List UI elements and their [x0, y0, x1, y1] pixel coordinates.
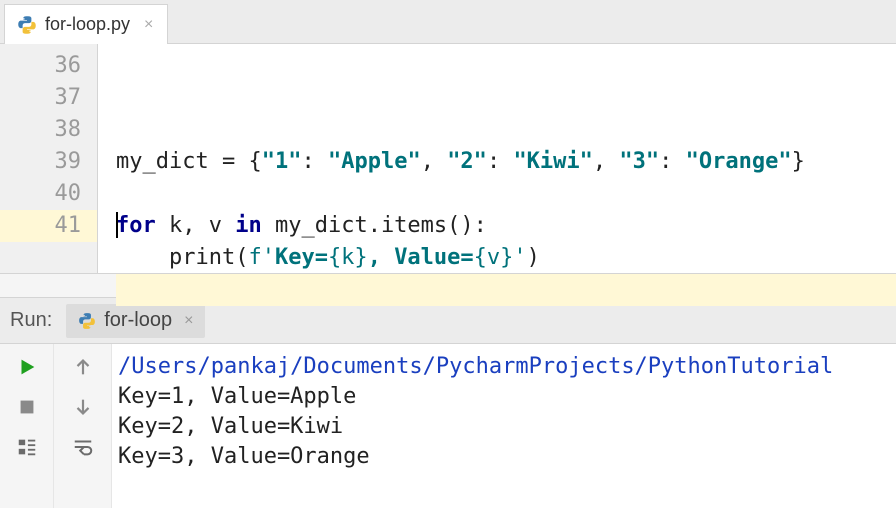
console-line: Key=1, Value=Apple: [118, 382, 890, 412]
code-line[interactable]: [116, 114, 896, 146]
python-file-icon: [17, 15, 37, 35]
editor-tab-bar: for-loop.py ×: [0, 0, 896, 44]
code-line[interactable]: print(f'Key={k}, Value={v}'): [116, 242, 896, 274]
close-icon[interactable]: ×: [144, 16, 153, 34]
run-toolbar-secondary: [54, 344, 112, 508]
code-line[interactable]: my_dict = {"1": "Apple", "2": "Kiwi", "3…: [116, 146, 896, 178]
code-line[interactable]: [116, 178, 896, 210]
run-toolbar-primary: [0, 344, 54, 508]
editor-tab[interactable]: for-loop.py ×: [4, 4, 168, 44]
line-number-gutter: 363738394041: [0, 44, 98, 273]
arrow-down-icon[interactable]: [70, 394, 96, 420]
code-area[interactable]: my_dict = {"1": "Apple", "2": "Kiwi", "3…: [98, 44, 896, 273]
stop-icon[interactable]: [14, 394, 40, 420]
run-icon[interactable]: [14, 354, 40, 380]
code-line[interactable]: [116, 274, 896, 306]
editor-tab-filename: for-loop.py: [45, 14, 130, 35]
text-caret: [116, 212, 118, 238]
code-editor[interactable]: 363738394041 my_dict = {"1": "Apple", "2…: [0, 44, 896, 274]
layout-icon[interactable]: [14, 434, 40, 460]
python-file-icon: [78, 312, 96, 330]
run-label: Run:: [10, 309, 52, 332]
console-line: Key=2, Value=Kiwi: [118, 412, 890, 442]
arrow-up-icon[interactable]: [70, 354, 96, 380]
console-line: Key=3, Value=Orange: [118, 442, 890, 472]
soft-wrap-icon[interactable]: [70, 434, 96, 460]
code-line[interactable]: for k, v in my_dict.items():: [116, 210, 896, 242]
